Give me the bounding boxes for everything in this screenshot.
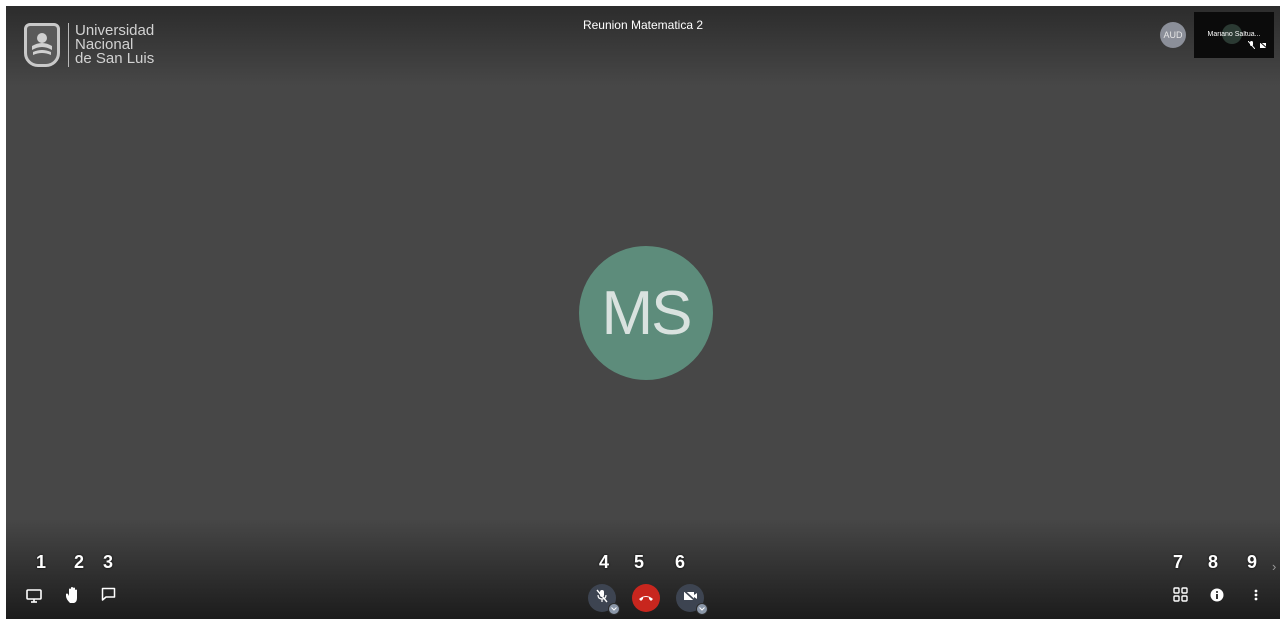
microphone-muted-icon — [595, 589, 609, 608]
speaker-avatar: MS — [579, 246, 713, 380]
raise-hand-button[interactable] — [62, 586, 84, 608]
label-number-6: 6 — [675, 552, 686, 572]
camera-toggle-button[interactable] — [676, 584, 708, 615]
info-icon — [1210, 588, 1224, 607]
hang-up-button[interactable] — [632, 584, 660, 612]
thumbnail-status-icons — [1247, 36, 1269, 54]
label-number-9: 9 — [1247, 552, 1258, 572]
label-number-1: 1 — [36, 552, 47, 572]
label-number-8: 8 — [1208, 552, 1219, 572]
thumbnail-camera-off-icon — [1259, 36, 1269, 54]
microphone-options-caret-icon[interactable] — [608, 603, 620, 615]
chat-button[interactable] — [98, 587, 118, 607]
tile-view-button[interactable] — [1170, 587, 1190, 607]
camera-off-icon — [682, 589, 698, 607]
label-number-7: 7 — [1173, 552, 1184, 572]
more-options-icon — [1254, 588, 1258, 607]
label-number-5: 5 — [634, 552, 645, 572]
screen-share-button[interactable] — [24, 588, 44, 608]
info-button[interactable] — [1207, 587, 1227, 607]
meeting-title: Reunion Matematica 2 — [582, 18, 704, 32]
microphone-toggle-button[interactable] — [588, 584, 620, 615]
label-number-3: 3 — [103, 552, 114, 572]
participant-thumbnail[interactable]: Mariano Saltua... — [1194, 12, 1274, 58]
chevron-right-icon[interactable]: › — [1272, 559, 1276, 574]
raise-hand-icon — [65, 586, 81, 609]
hang-up-icon — [638, 589, 654, 607]
screen-share-icon — [26, 588, 42, 608]
camera-options-caret-icon[interactable] — [696, 603, 708, 615]
tile-view-icon — [1172, 587, 1188, 607]
meeting-stage: Universidad Nacional de San Luis Reunion… — [6, 6, 1280, 619]
chat-icon — [101, 587, 116, 607]
label-number-4: 4 — [599, 552, 610, 572]
thumbnail-mic-muted-icon — [1247, 36, 1256, 54]
participant-avatar-small[interactable]: AUD — [1160, 22, 1186, 48]
logo-line-3: de San Luis — [75, 50, 155, 67]
label-number-2: 2 — [74, 552, 85, 572]
more-options-button[interactable] — [1246, 587, 1266, 607]
